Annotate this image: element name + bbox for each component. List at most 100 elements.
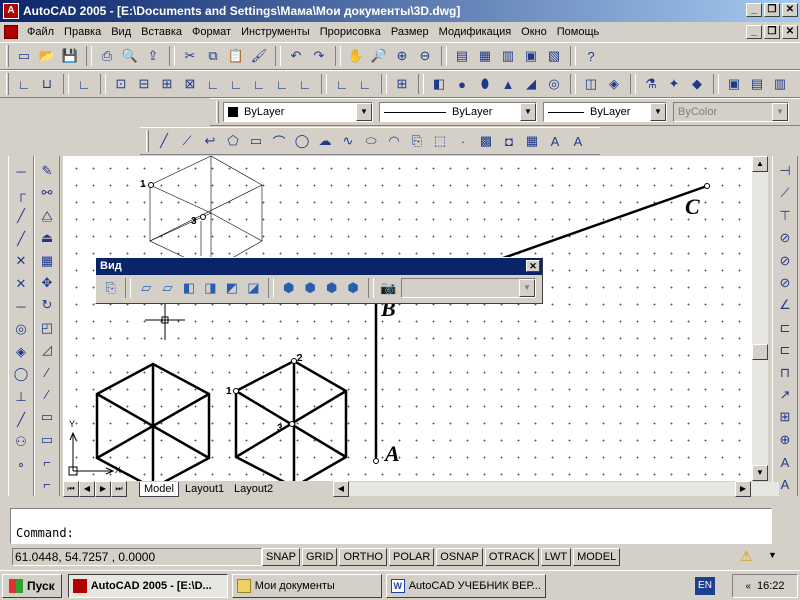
lwt-toggle[interactable]: LWT — [540, 548, 572, 566]
fillet-icon[interactable]: ⌐ — [36, 474, 58, 496]
scroll-left-icon[interactable]: ◀ — [333, 481, 349, 497]
wedge-icon[interactable]: ◢ — [520, 73, 542, 95]
undo-icon[interactable]: ↶ — [285, 45, 307, 67]
ucs-y-icon[interactable]: ∟ — [271, 73, 293, 95]
front-view-icon[interactable]: ◩ — [221, 277, 242, 299]
left-view-icon[interactable]: ◧ — [178, 277, 199, 299]
linear-dimension-icon[interactable]: ⊣ — [774, 160, 796, 182]
tab-model[interactable]: Model — [139, 482, 179, 497]
insert-block-icon[interactable]: ⎘ — [406, 130, 428, 152]
ray-icon[interactable]: ╱ — [10, 228, 32, 250]
line-icon[interactable]: ╱ — [153, 130, 175, 152]
continue-dimension-icon[interactable]: ⊓ — [774, 362, 796, 384]
spline-icon[interactable]: ∿ — [337, 130, 359, 152]
sheet-set-icon[interactable]: ▣ — [520, 45, 542, 67]
menu-view[interactable]: Вид — [106, 22, 136, 42]
sphere-icon[interactable]: ● — [451, 73, 473, 95]
maximize-button[interactable]: ❐ — [764, 3, 780, 17]
clock[interactable]: 16:22 — [757, 580, 785, 592]
chevron-down-icon[interactable]: ▼ — [650, 103, 666, 121]
snap-toggle[interactable]: SNAP — [262, 548, 300, 566]
break-icon[interactable]: ▭ — [36, 406, 58, 428]
table-icon[interactable]: ▦ — [521, 130, 543, 152]
polar-toggle[interactable]: POLAR — [389, 548, 435, 566]
zoom-realtime-icon[interactable]: 🔎 — [368, 45, 390, 67]
menu-window[interactable]: Окно — [516, 22, 552, 42]
ellipse-icon[interactable]: ⬭ — [360, 130, 382, 152]
nw-isometric-icon[interactable]: ⬢ — [342, 277, 363, 299]
toolbar-grip[interactable] — [6, 45, 9, 67]
chevron-down-icon[interactable]: ▼ — [356, 103, 372, 121]
array-icon[interactable]: ▦ — [36, 250, 58, 272]
menu-file[interactable]: Файл — [22, 22, 59, 42]
help-icon[interactable]: ? — [580, 45, 602, 67]
toolbar-grip[interactable] — [6, 73, 9, 95]
autocad-app-icon[interactable]: A — [3, 3, 19, 19]
scroll-down-icon[interactable]: ▼ — [752, 465, 768, 481]
leader-icon[interactable]: ↗ — [774, 384, 796, 406]
linetype-combo[interactable]: ByLayer ▼ — [379, 102, 537, 122]
menu-tools[interactable]: Инструменты — [236, 22, 315, 42]
properties-icon[interactable]: ▤ — [451, 45, 473, 67]
ucs-z-icon[interactable]: ∟ — [294, 73, 316, 95]
text-icon[interactable]: A — [567, 130, 589, 152]
node-icon[interactable]: ∘ — [10, 454, 32, 476]
command-line[interactable] — [10, 508, 772, 544]
rectangle-icon[interactable]: ▭ — [245, 130, 267, 152]
top-view-icon[interactable]: ▱ — [135, 277, 156, 299]
angular-dimension-icon[interactable]: ∠ — [774, 294, 796, 316]
scroll-thumb[interactable] — [752, 344, 768, 360]
tab-layout2[interactable]: Layout2 — [230, 482, 277, 497]
circle-icon[interactable]: ◎ — [10, 318, 32, 340]
copy-object-icon[interactable]: ⚯ — [36, 182, 58, 204]
zoom-window-icon[interactable]: ⊕ — [391, 45, 413, 67]
tolerance-icon[interactable]: ⊞ — [774, 406, 796, 428]
paste-icon[interactable]: 📋 — [225, 45, 247, 67]
ucs-origin-icon[interactable]: ⊠ — [179, 73, 201, 95]
dimension-edit-icon[interactable]: A — [774, 451, 796, 473]
cylinder-icon[interactable]: ⬮ — [474, 73, 496, 95]
arc-icon[interactable]: ⌒ — [268, 130, 290, 152]
chevron-down-icon[interactable]: ▼ — [520, 103, 536, 121]
named-views-icon[interactable]: ⎘ — [100, 277, 121, 299]
line-icon[interactable]: ─ — [10, 160, 32, 182]
materials-icon[interactable]: ◆ — [686, 73, 708, 95]
aligned-dimension-icon[interactable]: ⟋ — [774, 182, 796, 204]
color-combo[interactable]: ByLayer ▼ — [223, 102, 373, 122]
ordinate-dimension-icon[interactable]: ⊤ — [774, 205, 796, 227]
task-my-documents[interactable]: Мои документы — [231, 573, 382, 598]
menu-draw[interactable]: Прорисовка — [315, 22, 386, 42]
polyline-icon[interactable]: ↩ — [199, 130, 221, 152]
move-icon[interactable]: ✥ — [36, 272, 58, 294]
circle-icon[interactable]: ◯ — [291, 130, 313, 152]
menu-edit[interactable]: Правка — [59, 22, 106, 42]
mirror-icon[interactable]: ⧋ — [36, 205, 58, 227]
tool-palettes-icon[interactable]: ▥ — [497, 45, 519, 67]
donut-icon[interactable]: ◈ — [10, 341, 32, 363]
osnap-toggle[interactable]: OSNAP — [436, 548, 483, 566]
zoom-previous-icon[interactable]: ⊖ — [414, 45, 436, 67]
publish-icon[interactable]: ⇪ — [142, 45, 164, 67]
hatch-icon[interactable]: ▩ — [475, 130, 497, 152]
ellipse-icon[interactable]: ◯ — [10, 363, 32, 385]
polyline-icon[interactable]: ╱ — [10, 205, 32, 227]
task-autocad[interactable]: AutoCAD 2005 - [E:\D... — [67, 573, 228, 598]
background-icon[interactable]: ▥ — [769, 73, 791, 95]
tab-layout1[interactable]: Layout1 — [181, 482, 228, 497]
ucs-icon[interactable]: ∟ — [13, 73, 35, 95]
erase-icon[interactable]: ✎ — [36, 160, 58, 182]
document-icon[interactable] — [4, 25, 18, 39]
stretch-icon[interactable]: ◿ — [36, 339, 58, 361]
multiline-text-icon[interactable]: A — [544, 130, 566, 152]
lineweight-combo[interactable]: ByLayer ▼ — [543, 102, 667, 122]
scenes-icon[interactable]: ⚗ — [640, 73, 662, 95]
ucs-x-icon[interactable]: ∟ — [248, 73, 270, 95]
ucs-zaxis-icon[interactable]: ∟ — [202, 73, 224, 95]
ucs-named-icon[interactable]: ∟ — [354, 73, 376, 95]
menu-modify[interactable]: Модификация — [434, 22, 517, 42]
match-properties-icon[interactable]: 🖌 — [248, 45, 270, 67]
diameter-dimension-icon[interactable]: ⊘ — [774, 250, 796, 272]
new-file-icon[interactable]: ▭ — [13, 45, 35, 67]
doc-minimize-button[interactable]: _ — [746, 25, 762, 39]
tab-next-icon[interactable]: ▶ — [95, 481, 111, 497]
